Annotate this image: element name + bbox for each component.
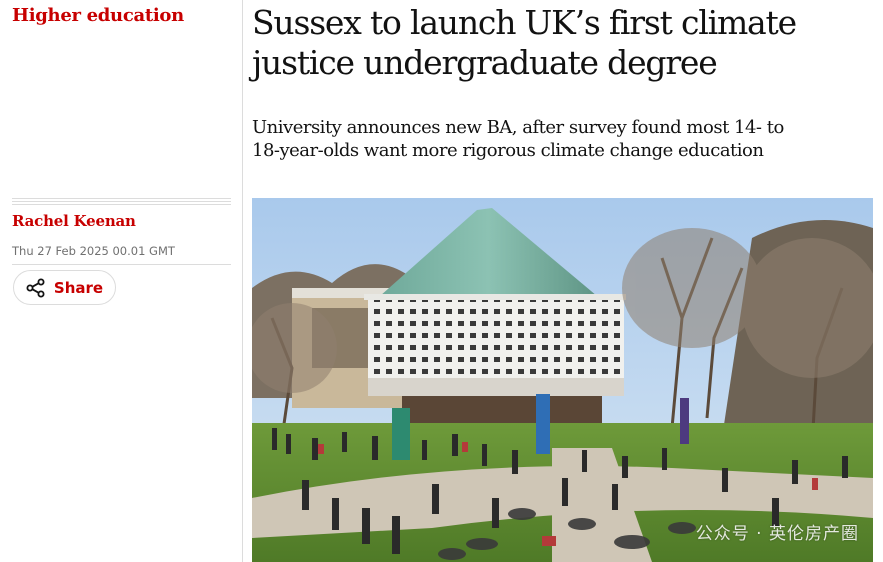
column-divider <box>242 0 243 562</box>
share-label: Share <box>53 278 104 297</box>
article-photo: 公众号 · 英伦房产圈 <box>252 198 873 562</box>
meta-divider <box>12 264 231 265</box>
author-name[interactable]: Rachel Keenan <box>12 212 136 230</box>
share-icon <box>26 278 46 298</box>
publish-date: Thu 27 Feb 2025 00.01 GMT <box>12 244 175 258</box>
photo-watermark: 公众号 · 英伦房产圈 <box>695 524 859 544</box>
article-standfirst: University announces new BA, after surve… <box>252 117 784 161</box>
share-button[interactable]: Share <box>13 270 116 305</box>
campus-scene <box>252 198 873 562</box>
byline-divider <box>12 198 231 205</box>
section-label[interactable]: Higher education <box>12 5 184 26</box>
article-headline: Sussex to launch UK’s first climate just… <box>252 3 797 82</box>
